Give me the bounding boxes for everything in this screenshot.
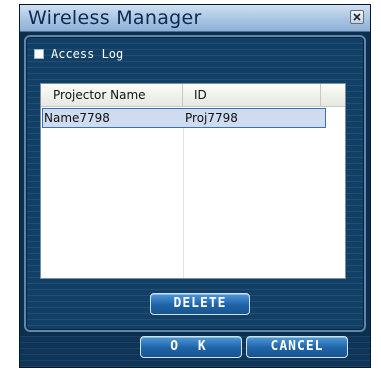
cancel-button[interactable]: CANCEL: [246, 336, 348, 358]
access-log-toggle[interactable]: Access Log: [34, 46, 123, 62]
window-title: Wireless Manager: [28, 7, 202, 29]
ok-button[interactable]: O K: [140, 336, 242, 358]
access-log-checkbox[interactable]: [34, 49, 44, 59]
title-bar[interactable]: Wireless Manager: [20, 5, 370, 32]
table-row[interactable]: Name7798 Proj7798: [42, 108, 326, 128]
projector-list[interactable]: Projector Name ID Name7798 Proj7798: [40, 83, 346, 279]
cell-id: Proj7798: [185, 111, 238, 125]
column-header-id[interactable]: ID: [183, 84, 321, 106]
cell-projector-name: Name7798: [44, 111, 110, 125]
column-divider: [183, 128, 184, 278]
column-header-projector-name[interactable]: Projector Name: [41, 84, 183, 106]
close-icon: [353, 13, 361, 21]
close-button[interactable]: [350, 10, 364, 24]
list-header: Projector Name ID: [41, 84, 345, 107]
delete-button[interactable]: DELETE: [150, 293, 250, 315]
column-header-filler: [321, 84, 345, 106]
main-panel: Access Log Projector Name ID Name7798 Pr…: [24, 35, 366, 332]
access-log-label: Access Log: [51, 47, 124, 61]
wireless-manager-window: Wireless Manager Access Log Projector Na…: [19, 4, 371, 368]
